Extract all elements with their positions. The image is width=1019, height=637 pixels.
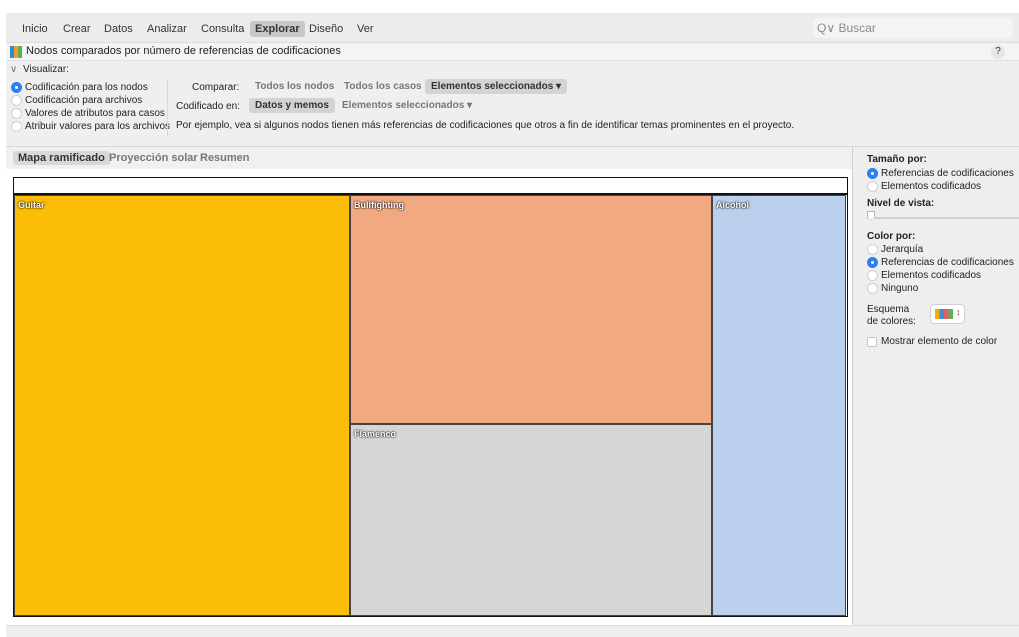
- size-by-label: Tamaño por:: [867, 154, 927, 165]
- view-level-slider[interactable]: [867, 217, 1019, 219]
- search-icon: Q∨: [817, 21, 836, 35]
- menu-bar: Inicio Crear Datos Analizar Consulta Exp…: [6, 13, 1019, 43]
- size-by-option-label: Referencias de codificaciones: [881, 168, 1014, 179]
- tab-sunburst[interactable]: Proyección solar: [104, 151, 203, 165]
- tab-summary[interactable]: Resumen: [195, 151, 255, 165]
- radio-color-by-none[interactable]: [867, 283, 878, 294]
- radio-size-by-coding-references[interactable]: [867, 168, 878, 179]
- coded-in-data-memos[interactable]: Datos y memos: [249, 98, 335, 113]
- menu-datos[interactable]: Datos: [99, 21, 138, 37]
- radio-color-by-coding-references[interactable]: [867, 257, 878, 268]
- visualize-option-label: Valores de atributos para casos: [25, 108, 165, 119]
- menu-consulta[interactable]: Consulta: [196, 21, 249, 37]
- compare-all-cases[interactable]: Todos los casos: [338, 79, 428, 94]
- radio-color-by-hierarchy[interactable]: [867, 244, 878, 255]
- document-title-bar: Nodos comparados por número de referenci…: [6, 43, 1019, 61]
- document-title: Nodos comparados por número de referenci…: [26, 45, 341, 57]
- menu-diseno[interactable]: Diseño: [304, 21, 348, 37]
- treemap-cell-bullfighting[interactable]: Bullfighting: [350, 195, 712, 424]
- menu-crear[interactable]: Crear: [58, 21, 96, 37]
- coded-in-selected-items-dropdown[interactable]: Elementos seleccionados ▾: [336, 98, 478, 113]
- top-strip: [0, 0, 1019, 13]
- visualize-options-panel: ∨ Visualizar: Codificación para los nodo…: [6, 61, 1019, 147]
- color-by-option-label: Jerarquía: [881, 244, 924, 255]
- visualize-option-label: Codificación para los nodos: [25, 82, 148, 93]
- color-swatch-icon: [935, 309, 953, 319]
- treemap-cell-label: Flamenco: [354, 429, 397, 439]
- chart-icon: [10, 46, 22, 58]
- treemap-cell-label: Guitar: [18, 200, 45, 210]
- color-by-label: Color por:: [867, 231, 916, 242]
- visualize-option-label: Atribuir valores para los archivos: [25, 121, 171, 132]
- search-input[interactable]: Q∨ Buscar: [813, 18, 1013, 38]
- treemap-cell-label: Alcohol: [716, 200, 749, 210]
- color-scheme-label: de colores:: [867, 316, 916, 327]
- search-placeholder: Buscar: [838, 21, 876, 35]
- treemap-root-bar[interactable]: [13, 177, 848, 194]
- help-button[interactable]: ?: [991, 45, 1005, 59]
- radio-visualize-files[interactable]: [11, 95, 22, 106]
- chevron-down-icon[interactable]: ∨: [10, 64, 17, 75]
- example-text: Por ejemplo, vea si algunos nodos tienen…: [176, 120, 795, 131]
- treemap: Guitar Bullfighting Flamenco Alcohol: [13, 194, 848, 617]
- divider: [167, 79, 168, 137]
- properties-panel: Tamaño por: Referencias de codificacione…: [852, 147, 1019, 625]
- visualization-tabs: Mapa ramificado Proyección solar Resumen: [6, 147, 852, 169]
- compare-label: Comparar:: [192, 82, 240, 93]
- visualize-option-label: Codificación para archivos: [25, 95, 143, 106]
- radio-visualize-case-attributes[interactable]: [11, 108, 22, 119]
- size-by-option-label: Elementos codificados: [881, 181, 982, 192]
- show-color-item-checkbox[interactable]: [867, 337, 877, 347]
- treemap-cell-flamenco[interactable]: Flamenco: [350, 424, 712, 616]
- radio-visualize-file-attributes[interactable]: [11, 121, 22, 132]
- tab-treemap[interactable]: Mapa ramificado: [13, 151, 110, 165]
- menu-explorar[interactable]: Explorar: [250, 21, 305, 37]
- treemap-cell-alcohol[interactable]: Alcohol: [712, 195, 846, 616]
- color-by-option-label: Elementos codificados: [881, 270, 982, 281]
- coded-in-label: Codificado en:: [176, 101, 240, 112]
- compare-all-nodes[interactable]: Todos los nodos: [249, 79, 340, 94]
- color-scheme-label: Esquema: [867, 304, 910, 315]
- show-color-item-label: Mostrar elemento de color: [881, 336, 998, 347]
- view-level-label: Nivel de vista:: [867, 198, 935, 209]
- menu-ver[interactable]: Ver: [352, 21, 379, 37]
- status-bar: [6, 625, 1019, 637]
- radio-color-by-coded-items[interactable]: [867, 270, 878, 281]
- treemap-cell-guitar[interactable]: Guitar: [14, 195, 350, 616]
- color-by-option-label: Ninguno: [881, 283, 919, 294]
- color-scheme-picker[interactable]: ↕: [930, 304, 965, 324]
- menu-inicio[interactable]: Inicio: [17, 21, 53, 37]
- stepper-arrows-icon: ↕: [956, 307, 961, 317]
- radio-size-by-coded-items[interactable]: [867, 181, 878, 192]
- treemap-cell-label: Bullfighting: [354, 200, 404, 210]
- color-by-option-label: Referencias de codificaciones: [881, 257, 1014, 268]
- visualize-label: Visualizar:: [23, 64, 69, 75]
- radio-visualize-nodes[interactable]: [11, 82, 22, 93]
- menu-analizar[interactable]: Analizar: [142, 21, 192, 37]
- compare-selected-items-dropdown[interactable]: Elementos seleccionados ▾: [425, 79, 568, 94]
